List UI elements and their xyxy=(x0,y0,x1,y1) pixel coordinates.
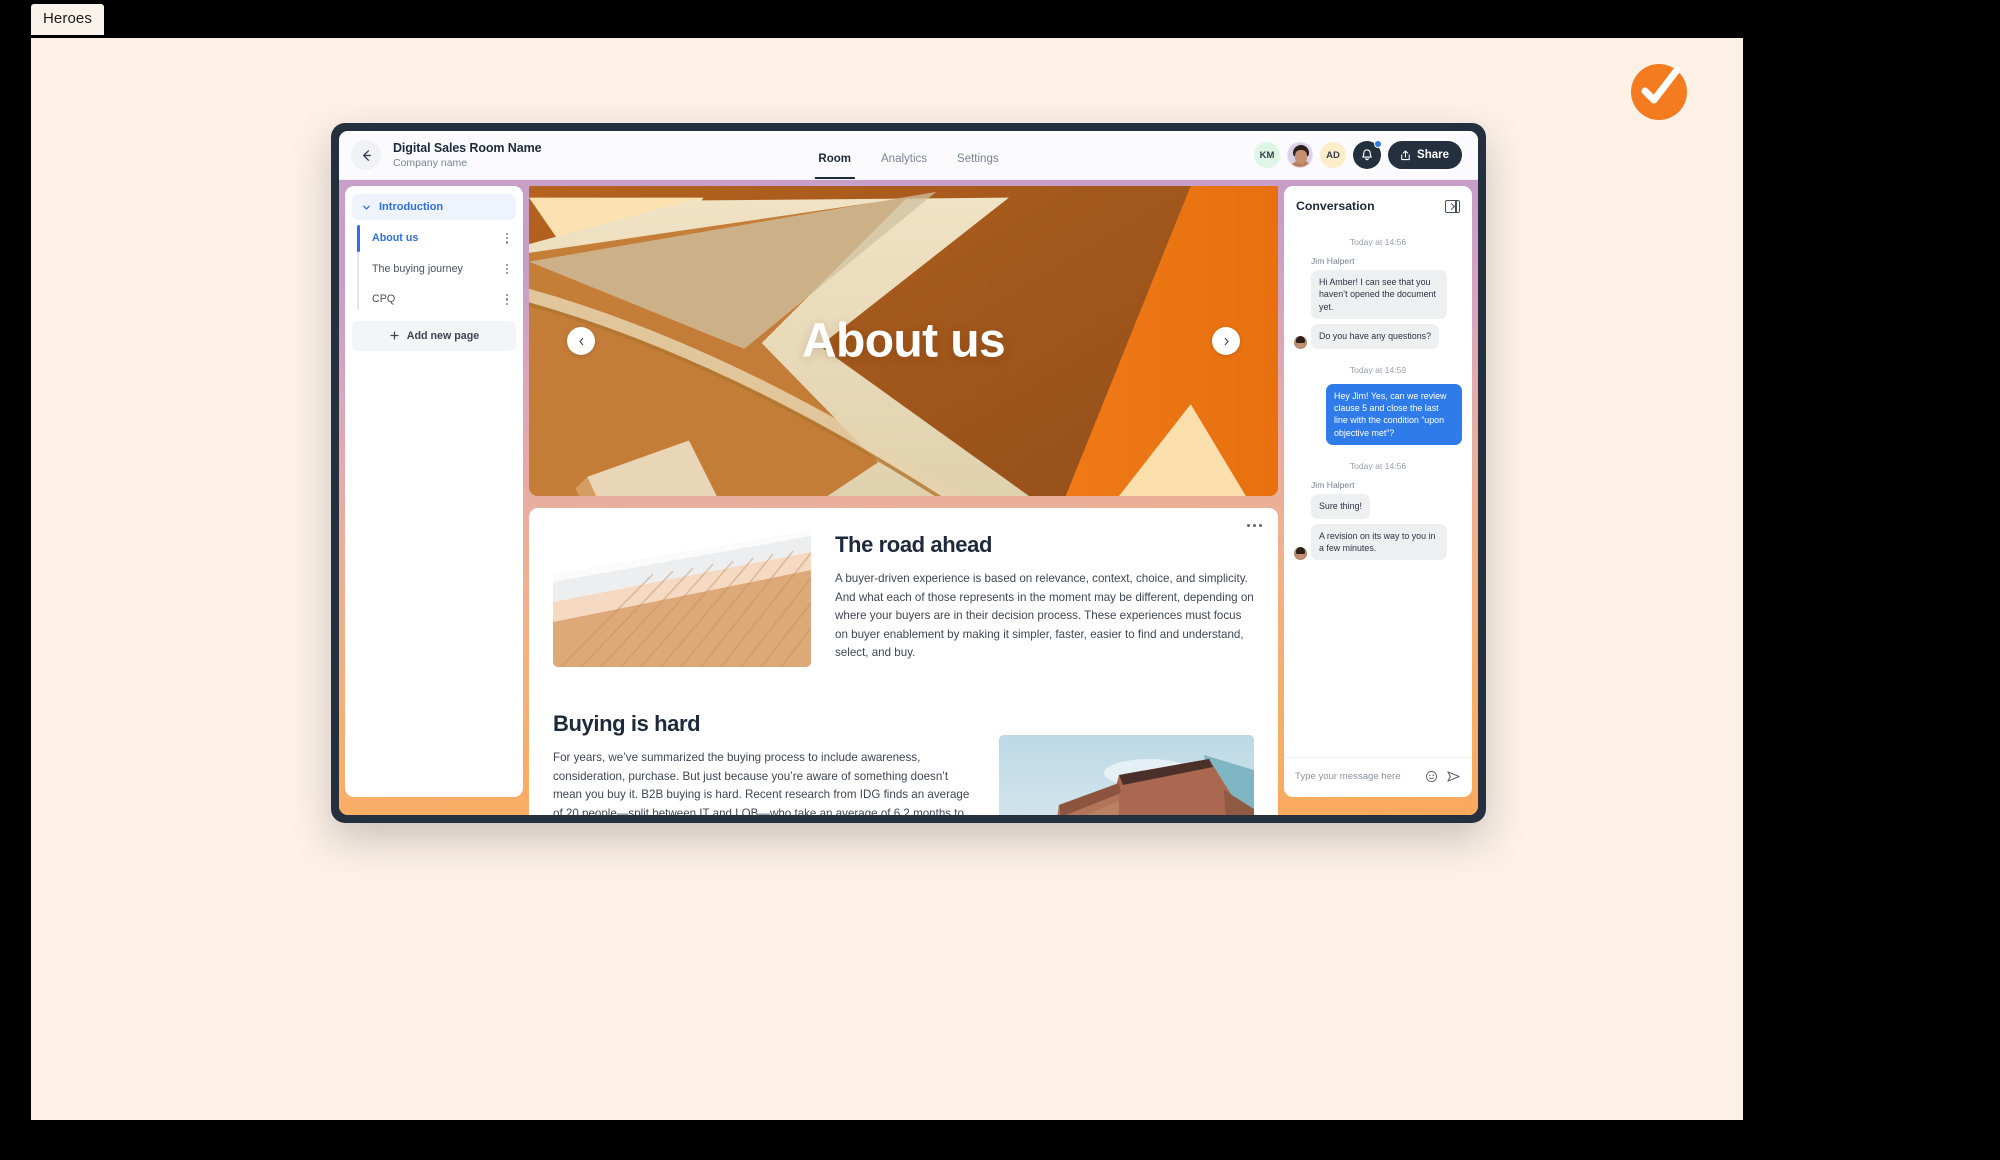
add-new-page-label: Add new page xyxy=(406,329,480,342)
share-upload-icon xyxy=(1401,150,1410,160)
message-bubble: Sure thing! xyxy=(1311,494,1370,519)
road-ahead-body: A buyer-driven experience is based on re… xyxy=(835,572,1254,659)
share-button[interactable]: Share xyxy=(1388,141,1462,169)
buying-is-hard-image xyxy=(999,735,1254,815)
road-ahead-image xyxy=(553,530,811,667)
message-bubble: A revision on its way to you in a few mi… xyxy=(1311,523,1447,561)
tab-analytics[interactable]: Analytics xyxy=(879,152,929,179)
message-bubble-outgoing: Hey Jim! Yes, can we review clause 5 and… xyxy=(1326,383,1462,446)
sidebar-item-menu-icon[interactable] xyxy=(502,261,512,278)
buying-is-hard-section: Buying is hard For years, we’ve summariz… xyxy=(553,711,1254,815)
buying-is-hard-heading: Buying is hard xyxy=(553,711,701,736)
road-ahead-section: The road ahead A buyer-driven experience… xyxy=(553,530,1254,667)
message-avatar xyxy=(1294,335,1307,349)
chevron-down-icon xyxy=(363,205,370,210)
conversation-header: Conversation xyxy=(1284,186,1472,221)
avatar-km[interactable]: KM xyxy=(1254,142,1281,168)
message-sender-name: Jim Halpert xyxy=(1311,256,1355,266)
buying-is-hard-text: Buying is hard For years, we’ve summariz… xyxy=(553,711,973,815)
app-body: Introduction About us The buying journey xyxy=(339,180,1478,815)
message-bubble: Do you have any questions? xyxy=(1311,324,1439,349)
send-paper-plane-icon[interactable] xyxy=(1446,769,1461,784)
notification-bell-icon xyxy=(1362,149,1372,161)
notification-badge-dot xyxy=(1374,140,1383,148)
plus-icon xyxy=(390,331,399,340)
canvas-scroll: About us The road ahead A buyer-driven e… xyxy=(529,186,1278,815)
device-frame: Digital Sales Room Name Company name Roo… xyxy=(331,123,1486,823)
browser-tab-strip: Heroes xyxy=(0,0,2000,40)
message-row: Hey Jim! Yes, can we review clause 5 and… xyxy=(1294,383,1462,446)
hero-prev-button[interactable] xyxy=(567,327,595,355)
share-label: Share xyxy=(1417,149,1449,161)
hero-title: About us xyxy=(801,314,1006,368)
message-sender-name: Jim Halpert xyxy=(1311,480,1355,491)
page-title: Digital Sales Room Name xyxy=(393,140,542,155)
sidebar-item-the-buying-journey[interactable]: The buying journey xyxy=(364,254,516,285)
back-arrow-icon xyxy=(362,149,371,161)
message-avatar-placeholder xyxy=(1294,506,1307,519)
road-ahead-heading: The road ahead xyxy=(835,532,992,557)
conversation-title: Conversation xyxy=(1296,199,1375,213)
sidebar-item-about-us[interactable]: About us xyxy=(357,223,516,254)
tab-room[interactable]: Room xyxy=(814,152,855,179)
sidebar-item-label: CPQ xyxy=(372,293,396,306)
chevron-left-icon xyxy=(578,337,583,345)
sidebar-item-label: About us xyxy=(372,232,419,245)
room-canvas[interactable]: About us The road ahead A buyer-driven e… xyxy=(529,186,1278,815)
message-timestamp: Today at 14:59 xyxy=(1349,364,1407,375)
content-card-more-icon[interactable] xyxy=(1247,524,1262,527)
back-button[interactable] xyxy=(351,140,381,170)
hero-banner: About us xyxy=(529,186,1278,496)
avatar-ad[interactable]: AD xyxy=(1320,142,1347,168)
brand-check-badge-icon xyxy=(1631,60,1691,120)
buying-is-hard-body: For years, we’ve summarized the buying p… xyxy=(553,751,970,815)
avatar-photo[interactable] xyxy=(1287,142,1314,168)
header-actions: KM AD Share xyxy=(1254,140,1462,169)
tab-settings[interactable]: Settings xyxy=(955,152,1001,179)
header-titles: Digital Sales Room Name Company name xyxy=(393,140,542,170)
header-nav: Room Analytics Settings xyxy=(814,131,1001,179)
app-header: Digital Sales Room Name Company name Roo… xyxy=(339,131,1478,180)
company-name: Company name xyxy=(393,156,468,169)
message-timestamp: Today at 14:56 xyxy=(1349,237,1407,247)
sidebar-group-introduction[interactable]: Introduction xyxy=(352,194,516,220)
app-window: Digital Sales Room Name Company name Roo… xyxy=(339,131,1478,815)
message-row: Hi Amber! I can see that you haven’t ope… xyxy=(1294,270,1462,320)
message-row: Sure thing! xyxy=(1294,494,1462,519)
message-avatar xyxy=(1294,547,1307,561)
notifications-button[interactable] xyxy=(1353,140,1383,169)
add-new-page-button[interactable]: Add new page xyxy=(352,320,516,351)
message-timestamp: Today at 14:56 xyxy=(1349,461,1407,472)
sidebar-item-menu-icon[interactable] xyxy=(502,230,512,247)
content-card: The road ahead A buyer-driven experience… xyxy=(529,508,1278,815)
sidebar-sublist: About us The buying journey CPQ xyxy=(352,223,516,315)
browser-tab[interactable]: Heroes xyxy=(31,4,104,35)
page-viewport: Digital Sales Room Name Company name Roo… xyxy=(31,38,1743,1120)
road-ahead-text: The road ahead A buyer-driven experience… xyxy=(835,530,1254,663)
message-avatar-placeholder xyxy=(1294,306,1307,319)
message-row: A revision on its way to you in a few mi… xyxy=(1294,523,1462,561)
emoji-smiley-icon[interactable] xyxy=(1425,770,1438,783)
sidebar-group-label: Introduction xyxy=(379,201,444,213)
message-bubble: Hi Amber! I can see that you haven’t ope… xyxy=(1311,270,1447,320)
message-row: Do you have any questions? xyxy=(1294,324,1462,349)
sidebar-item-menu-icon[interactable] xyxy=(502,291,512,308)
message-composer[interactable]: Type your message here xyxy=(1284,757,1472,797)
conversation-messages[interactable]: Today at 14:56 Jim Halpert Hi Amber! I c… xyxy=(1284,221,1472,757)
page-root: Heroes Digital Sales Room Name Company n… xyxy=(0,0,2000,1160)
hero-next-button[interactable] xyxy=(1212,327,1240,355)
panel-collapse-icon[interactable] xyxy=(1445,199,1460,213)
sidebar-item-label: The buying journey xyxy=(372,262,463,275)
sidebar: Introduction About us The buying journey xyxy=(345,186,523,797)
message-input[interactable]: Type your message here xyxy=(1295,771,1417,782)
sidebar-item-cpq[interactable]: CPQ xyxy=(364,284,516,315)
conversation-panel: Conversation Today at 14:56 Jim Halpert … xyxy=(1284,186,1472,797)
chevron-right-icon xyxy=(1224,337,1229,345)
